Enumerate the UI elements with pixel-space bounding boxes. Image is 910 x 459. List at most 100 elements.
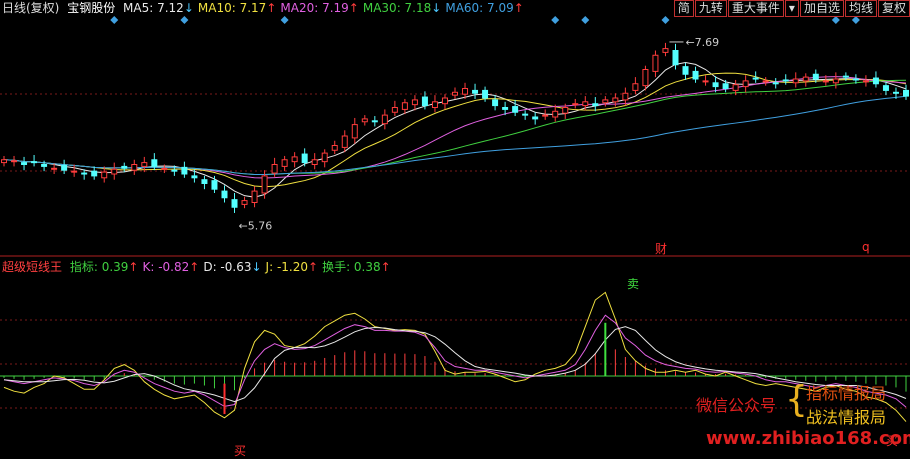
- stock-name[interactable]: 宝钢股份: [67, 1, 115, 15]
- toolbar-button-2[interactable]: 重大事件: [727, 0, 784, 17]
- indicator-item-arrow-3: ↑: [308, 260, 319, 274]
- candle-body-85: [852, 78, 859, 81]
- watermark-line1: 指标情报局: [806, 384, 887, 403]
- event-tag-q[interactable]: q: [862, 240, 870, 254]
- candle-body-52: [522, 113, 529, 116]
- candle-body-88: [882, 85, 889, 91]
- candle-body-30: [301, 153, 308, 164]
- candle-body-12: [121, 165, 128, 169]
- candle-body-57: [572, 103, 579, 106]
- watermark-line2: 战法情报局: [806, 408, 887, 427]
- event-diamond-2: [280, 16, 289, 24]
- indicator-item-arrow-1: ↑: [189, 260, 200, 274]
- candle-body-86: [862, 80, 869, 83]
- candle-body-45: [452, 91, 458, 96]
- candle-body-11: [111, 168, 118, 175]
- candle-body-15: [151, 159, 158, 167]
- stock-chart-svg[interactable]: ←7.69 ←5.76: [0, 0, 910, 456]
- candle-body-27: [271, 164, 278, 174]
- toolbar-button-5[interactable]: 均线: [844, 0, 877, 17]
- candle-body-34: [341, 135, 348, 148]
- indicator-name[interactable]: 超级短线王: [2, 260, 62, 274]
- candle-body-37: [371, 120, 378, 123]
- candle-body-64: [642, 69, 649, 87]
- candle-body-46: [462, 88, 469, 95]
- candle-body-6: [61, 164, 68, 171]
- candle-body-63: [632, 83, 639, 91]
- toolbar-button-0[interactable]: 简: [673, 0, 694, 17]
- candle-body-8: [81, 172, 88, 175]
- candle-body-51: [512, 106, 519, 113]
- candle-body-4: [41, 164, 48, 167]
- period-label[interactable]: 日线(复权): [2, 1, 59, 15]
- toolbar-button-3[interactable]: ▾: [784, 0, 799, 17]
- candle-body-19: [191, 175, 198, 179]
- candle-body-76: [762, 80, 769, 83]
- ma-item-2: MA20: 7.19↑: [280, 1, 359, 15]
- candle-body-77: [772, 82, 779, 85]
- high-marker-label: ←7.69: [685, 36, 719, 49]
- candle-body-54: [542, 114, 549, 117]
- indicator-item-0: 指标: 0.39↑: [69, 260, 139, 274]
- toolbar-button-1[interactable]: 九转: [694, 0, 727, 17]
- event-diamond-5: [661, 16, 670, 24]
- indicator-item-arrow-0: ↑: [128, 260, 139, 274]
- event-tag-finance[interactable]: 财: [655, 240, 667, 257]
- candle-body-16: [161, 167, 168, 170]
- watermark-brace: {: [785, 379, 808, 420]
- candle-body-24: [241, 200, 248, 205]
- candle-body-89: [892, 91, 899, 94]
- event-diamond-3: [551, 16, 560, 24]
- toolbar-button-4[interactable]: 加自选: [799, 0, 844, 17]
- candle-body-48: [482, 89, 489, 99]
- chart-toolbar: 简九转 重大事件 ▾ 加自选 均线 复权: [673, 0, 910, 17]
- event-diamond-6: [831, 16, 840, 24]
- candle-body-5: [51, 167, 58, 170]
- candle-body-59: [592, 103, 599, 107]
- candle-body-22: [221, 190, 228, 199]
- candle-body-38: [381, 114, 388, 125]
- candle-body-23: [231, 199, 238, 208]
- ma-item-1: MA10: 7.17↑: [197, 1, 277, 15]
- candle-body-78: [782, 79, 789, 82]
- event-diamond-4: [581, 16, 590, 24]
- candle-body-25: [251, 190, 258, 204]
- chart-stage[interactable]: ←7.69 ←5.76: [0, 0, 910, 456]
- candle-body-83: [832, 78, 839, 84]
- ma-item-arrow-1: ↑: [266, 1, 277, 15]
- candle-body-26: [261, 175, 268, 194]
- candle-body-10: [101, 171, 108, 179]
- candle-body-18: [181, 166, 188, 175]
- candle-body-80: [802, 76, 809, 82]
- candle-body-60: [602, 99, 609, 104]
- candle-body-56: [562, 107, 569, 114]
- candle-body-72: [722, 83, 729, 89]
- candle-body-28: [281, 159, 288, 167]
- candle-body-84: [842, 75, 849, 78]
- toolbar-button-6[interactable]: 复权: [877, 0, 910, 17]
- indicator-legend: 指标: 0.39↑ K: -0.82↑ D: -0.63↓ J: -1.20↑ 换手: …: [70, 260, 395, 274]
- candle-body-61: [612, 97, 619, 103]
- candle-body-55: [552, 110, 559, 118]
- candle-body-79: [792, 78, 799, 84]
- candle-body-32: [321, 152, 328, 163]
- candle-body-67: [672, 50, 679, 66]
- candle-body-43: [431, 101, 438, 109]
- candle-body-33: [331, 145, 338, 151]
- ma-item-3: MA30: 7.18↓: [362, 1, 442, 15]
- indicator-item-1: K: -0.82↑: [142, 260, 200, 274]
- price-header: 日线(复权) 宝钢股份 MA5: 7.12↓ MA10: 7.17↑ MA20: 7…: [2, 0, 532, 16]
- watermark-wechat: 微信公众号: [696, 396, 777, 415]
- indicator-item-2: D: -0.63↓: [203, 260, 262, 274]
- watermark-url: www.zhibiao168.com: [706, 428, 910, 449]
- candle-body-58: [582, 101, 589, 107]
- candle-body-81: [812, 73, 819, 80]
- candle-body-87: [872, 77, 879, 85]
- indicator-item-arrow-4: ↑: [380, 260, 391, 274]
- indicator-item-arrow-2: ↓: [251, 260, 262, 274]
- candle-body-74: [742, 80, 749, 88]
- ma-item-arrow-4: ↑: [513, 1, 524, 15]
- candle-body-42: [421, 96, 428, 107]
- candle-body-68: [682, 66, 689, 75]
- ma-item-arrow-3: ↓: [431, 1, 442, 15]
